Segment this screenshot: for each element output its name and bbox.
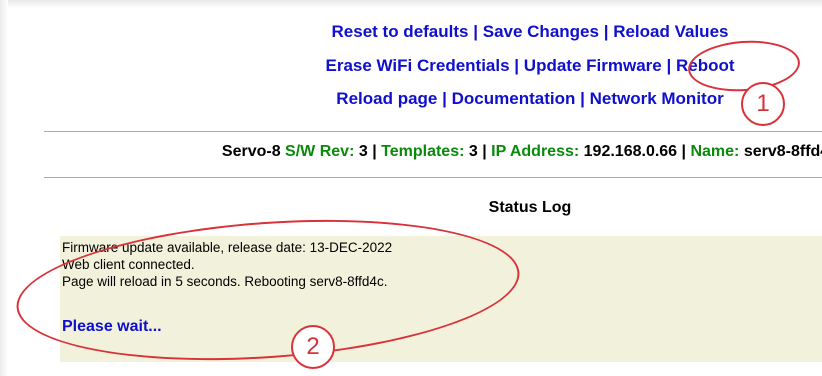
reload-values-link[interactable]: Reload Values [613,22,728,41]
host-name-value: serv8-8ffd4c [743,143,822,160]
reset-defaults-link[interactable]: Reset to defaults [332,22,469,41]
nav-separator: | [666,56,672,75]
status-log-title: Status Log [488,199,572,216]
network-monitor-link[interactable]: Network Monitor [590,89,724,108]
divider [44,131,822,132]
page-edge-top [0,0,822,8]
sw-rev-value: 3 [358,143,368,160]
device-name: Servo-8 [221,143,281,160]
ip-address-label: IP Address: [491,143,580,160]
ip-address-value: 192.168.0.66 [583,143,678,160]
device-info-bar: Servo-8 S/W Rev: 3 | Templates: 3 | IP A… [0,143,822,161]
divider [44,177,822,178]
nav-row-3: Reload page | Documentation | Network Mo… [0,89,822,109]
nav-row-1: Reset to defaults | Save Changes | Reloa… [0,22,822,42]
erase-wifi-link[interactable]: Erase WiFi Credentials [325,56,509,75]
nav-separator: | [473,22,478,41]
info-separator: | [482,143,487,160]
nav-separator: | [442,89,447,108]
save-changes-link[interactable]: Save Changes [483,22,599,41]
sw-rev-label: S/W Rev: [285,143,355,160]
annotation-badge-1: 1 [741,82,785,126]
templates-label: Templates: [381,143,465,160]
nav-separator: | [603,22,609,41]
nav-separator: | [580,89,585,108]
annotation-oval-reboot [686,37,802,95]
annotation-badge-2: 2 [291,325,335,369]
templates-value: 3 [468,143,478,160]
info-separator: | [681,143,687,160]
update-firmware-link[interactable]: Update Firmware [524,56,662,75]
host-name-label: Name: [690,143,740,160]
reload-page-link[interactable]: Reload page [336,89,437,108]
nav-separator: | [514,56,520,75]
documentation-link[interactable]: Documentation [452,89,576,108]
info-separator: | [372,143,377,160]
